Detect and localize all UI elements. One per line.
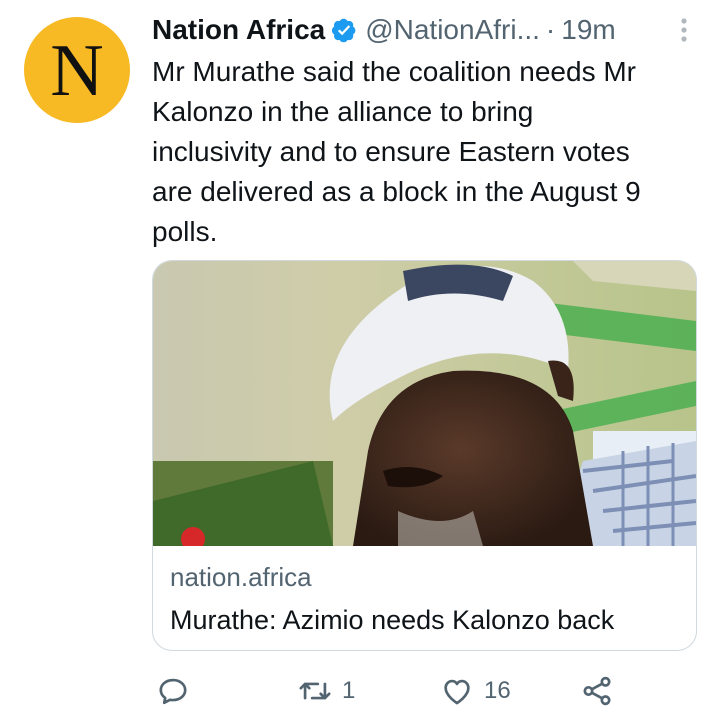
retweet-button[interactable]: 1 [298, 668, 355, 714]
card-meta: nation.africa Murathe: Azimio needs Kalo… [170, 561, 679, 639]
tweet-text: Mr Murathe said the coalition needs Mr Ka… [152, 52, 697, 252]
tweet-header: Nation Africa @NationAfri... · 19m [152, 10, 700, 50]
reply-icon [159, 678, 187, 705]
link-card[interactable]: nation.africa Murathe: Azimio needs Kalo… [152, 260, 697, 651]
tweet-text-line: Mr Murathe said the coalition needs Mr [152, 56, 636, 87]
card-image [153, 261, 696, 546]
tweet-text-line: polls. [152, 216, 218, 247]
card-title: Murathe: Azimio needs Kalonzo back [170, 605, 615, 635]
account-handle[interactable]: @NationAfri... [365, 14, 540, 46]
card-domain: nation.africa [170, 562, 312, 592]
share-icon [583, 676, 611, 706]
avatar[interactable]: N [24, 17, 130, 123]
like-button[interactable]: 16 [440, 668, 511, 714]
heart-icon [444, 679, 470, 705]
retweet-count: 1 [342, 677, 356, 704]
reply-button[interactable] [156, 668, 190, 714]
like-count: 16 [484, 677, 511, 704]
share-button[interactable] [580, 668, 614, 714]
verified-badge-icon [332, 18, 356, 43]
more-vertical-icon [681, 18, 687, 42]
tweet-timestamp[interactable]: 19m [561, 14, 615, 46]
action-bar: 1 16 [152, 668, 692, 714]
account-name[interactable]: Nation Africa [152, 14, 325, 46]
separator-dot: · [545, 14, 556, 45]
tweet-text-line: are delivered as a block in the August 9 [152, 176, 641, 207]
retweet-icon [299, 682, 331, 700]
avatar-letter: N [50, 30, 104, 112]
tweet-text-line: Kalonzo in the alliance to bring [152, 96, 534, 127]
tweet-text-line: inclusivity and to ensure Eastern votes [152, 136, 630, 167]
more-options-button[interactable] [668, 14, 700, 46]
